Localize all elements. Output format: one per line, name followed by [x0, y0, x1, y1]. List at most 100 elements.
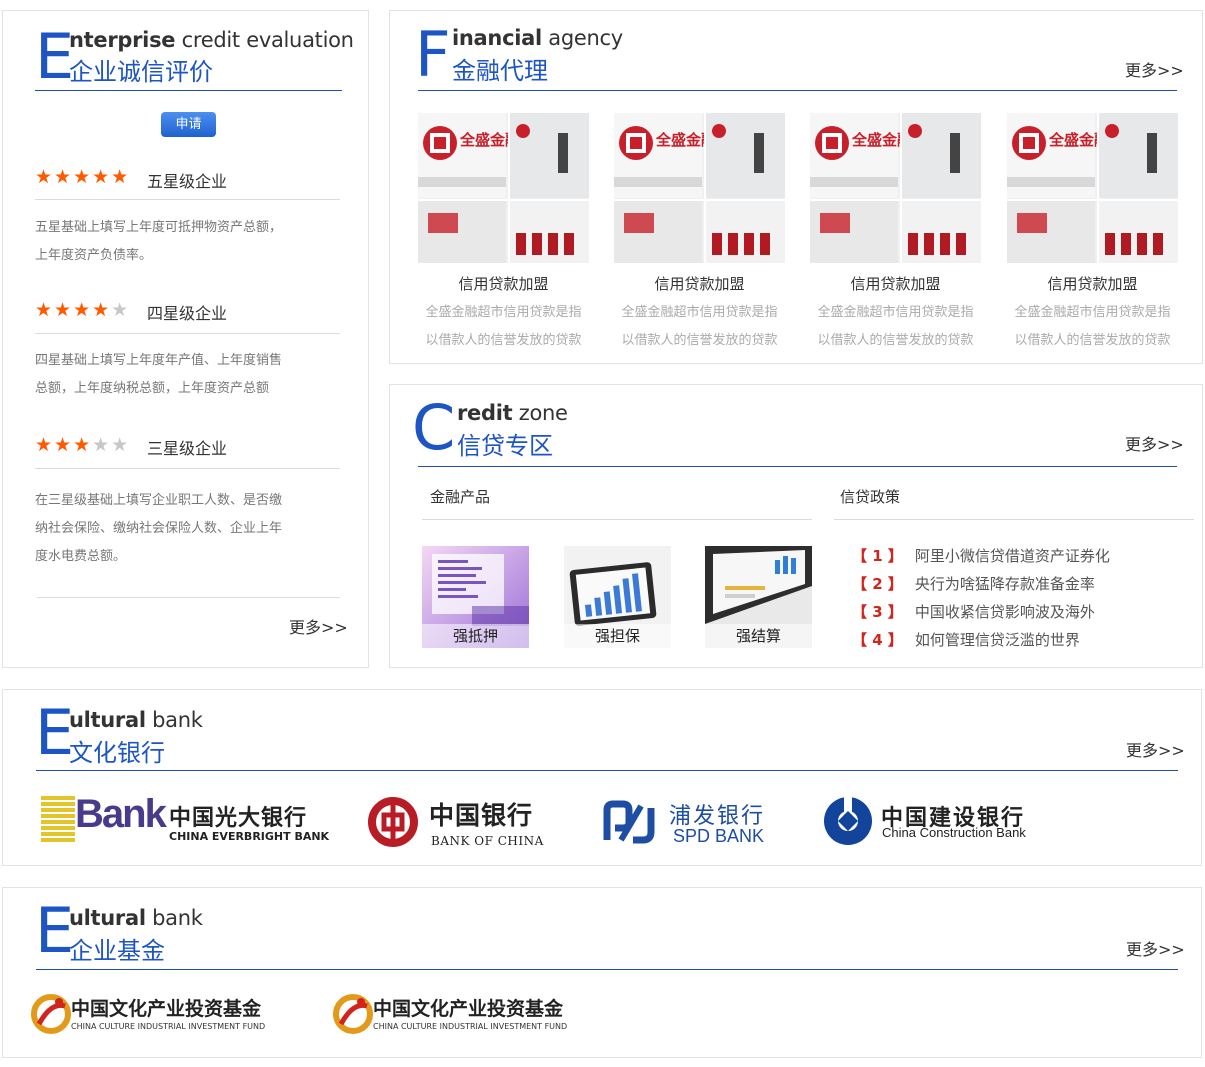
divider: [35, 468, 340, 469]
star-icon: ★★★: [35, 434, 93, 456]
credit-zone-panel: C redit zone 信贷专区 更多>> 金融产品 信贷政策 强抵押 强担保…: [389, 384, 1203, 668]
fund-name: 中国文化产业投资基金: [373, 998, 564, 1020]
product-label: 强抵押: [422, 624, 529, 648]
ccb-emblem-icon: [824, 796, 872, 845]
five-star-rating: ★★★★★: [35, 166, 130, 188]
agency-card-description: 全盛金融超市信用贷款是指 以借款人的信誉发放的贷款: [1014, 305, 1171, 348]
agency-card-title: 信用贷款加盟: [458, 275, 549, 293]
header-divider: [36, 770, 1178, 771]
header-english: redit zone: [457, 401, 568, 425]
office-photo: 全盛金融: [614, 113, 785, 263]
product-tile-mortgage[interactable]: 强抵押: [422, 546, 529, 648]
spd-bank-logo[interactable]: 浦发银行 SPD BANK: [603, 794, 783, 850]
policy-title: 信贷政策: [840, 488, 901, 506]
boc-emblem-icon: [368, 797, 418, 847]
bank-name-en: BANK OF CHINA: [431, 834, 544, 848]
financial-agency-panel: F inancial agency 金融代理 更多>> 全盛金融 信用贷款加盟 全盛…: [389, 10, 1203, 364]
agency-card-description: 全盛金融超市信用贷款是指 以借款人的信誉发放的贷款: [425, 305, 582, 348]
agency-card-title: 信用贷款加盟: [654, 275, 745, 293]
four-star-rating: ★★★★★: [35, 299, 130, 321]
cultural-bank-panel: E ultural bank 文化银行 更多>> Bank 中国光大银行 CHI…: [2, 689, 1202, 866]
cultural-section-header: E ultural bank 文化银行: [35, 702, 255, 768]
culture-fund-logo[interactable]: 中国文化产业投资基金 CHINA CULTURE INDUSTRIAL INVE…: [31, 992, 291, 1040]
bank-name-en: SPD BANK: [673, 826, 765, 846]
agency-card-description: 全盛金融超市信用贷款是指 以借款人的信誉发放的贷款: [621, 305, 778, 348]
agency-card-description: 全盛金融超市信用贷款是指 以借款人的信誉发放的贷款: [817, 305, 974, 348]
fund-name-en: CHINA CULTURE INDUSTRIAL INVESTMENT FUND: [373, 1022, 568, 1031]
policy-item[interactable]: 【 3 】中国收紧信贷影响波及海外: [852, 601, 1095, 622]
bank-name: 中国光大银行: [169, 806, 308, 831]
product-label: 强担保: [564, 624, 671, 648]
star-empty-icon: ★: [111, 299, 131, 321]
header-chinese: 信贷专区: [457, 432, 553, 460]
four-star-title: 四星级企业: [147, 304, 228, 323]
enterprise-credit-panel: E nterprise credit evaluation 企业诚信评价 申请 …: [2, 10, 369, 668]
header-english: nterprise credit evaluation: [69, 28, 354, 52]
bank-wordmark: Bank: [75, 792, 167, 836]
four-star-description: 四星基础上填写上年度年产值、上年度销售 总额，上年度纳税总额，上年度资产总额: [35, 353, 283, 396]
header-english: inancial agency: [452, 26, 623, 50]
header-chinese: 企业诚信评价: [69, 58, 213, 86]
policy-item[interactable]: 【 4 】如何管理信贷泛滥的世界: [852, 629, 1080, 650]
header-chinese: 企业基金: [69, 937, 165, 965]
enterprise-section-header: E nterprise credit evaluation 企业诚信评价: [35, 26, 354, 88]
office-photo: 全盛金融: [810, 113, 981, 263]
header-initial: C: [412, 391, 456, 464]
more-link[interactable]: 更多>>: [1126, 936, 1185, 960]
more-link[interactable]: 更多>>: [1125, 57, 1184, 81]
more-link[interactable]: 更多>>: [289, 614, 348, 638]
bank-mark-icon: [41, 796, 75, 842]
star-icon: ★★★★★: [35, 166, 131, 188]
office-photo: 全盛金融: [418, 113, 589, 263]
header-initial: F: [415, 18, 451, 91]
ccb-logo[interactable]: 中国建设银行 China Construction Bank: [823, 794, 1063, 850]
header-divider: [418, 90, 1177, 91]
header-divider: [418, 466, 1177, 467]
fund-emblem-icon: [333, 994, 373, 1034]
divider: [422, 519, 812, 520]
policy-item[interactable]: 【 1 】阿里小微信贷借道资产证券化: [852, 545, 1110, 566]
fund-name-en: CHINA CULTURE INDUSTRIAL INVESTMENT FUND: [71, 1022, 266, 1031]
five-star-description: 五星基础上填写上年度可抵押物资产总额， 上年度资产负债率。: [35, 220, 283, 263]
fund-section-header: E ultural bank 企业基金: [35, 900, 255, 966]
header-divider: [36, 969, 1178, 970]
apply-button[interactable]: 申请: [161, 112, 216, 137]
header-chinese: 文化银行: [69, 739, 165, 767]
bank-name: 中国银行: [429, 801, 534, 830]
star-icon: ★★★★: [35, 299, 112, 321]
divider: [35, 199, 340, 200]
culture-fund-logo[interactable]: 中国文化产业投资基金 CHINA CULTURE INDUSTRIAL INVE…: [333, 992, 593, 1040]
header-chinese: 金融代理: [452, 57, 548, 85]
credit-section-header: C redit zone 信贷专区: [412, 391, 632, 464]
fund-name: 中国文化产业投资基金: [71, 998, 262, 1020]
divider: [37, 597, 340, 598]
policy-item[interactable]: 【 2 】央行为啥猛降存款准备金率: [852, 573, 1095, 594]
five-star-title: 五星级企业: [147, 172, 228, 191]
fund-emblem-icon: [31, 994, 71, 1034]
financial-section-header: F inancial agency 金融代理: [415, 18, 675, 91]
more-link[interactable]: 更多>>: [1125, 431, 1184, 455]
header-english: ultural bank: [69, 906, 203, 930]
agency-card-title: 信用贷款加盟: [1047, 275, 1138, 293]
three-star-title: 三星级企业: [147, 439, 228, 458]
everbright-bank-logo[interactable]: Bank 中国光大银行 CHINA EVERBRIGHT BANK: [41, 792, 331, 850]
divider: [35, 333, 340, 334]
enterprise-fund-panel: E ultural bank 企业基金 更多>> 中国文化产业投资基金 CHIN…: [2, 887, 1202, 1058]
office-photo: 全盛金融: [1007, 113, 1178, 263]
header-english: ultural bank: [69, 708, 203, 732]
product-label: 强结算: [705, 624, 812, 648]
bank-of-china-logo[interactable]: 中国银行 BANK OF CHINA: [367, 794, 547, 850]
products-title: 金融产品: [430, 488, 491, 506]
product-tile-settlement[interactable]: 强结算: [705, 546, 812, 648]
bank-name-en: China Construction Bank: [882, 825, 1026, 840]
star-empty-icon: ★★: [92, 434, 131, 456]
three-star-rating: ★★★★★: [35, 434, 130, 456]
more-link[interactable]: 更多>>: [1126, 737, 1185, 761]
agency-card-title: 信用贷款加盟: [850, 275, 941, 293]
header-divider: [35, 90, 342, 91]
bank-name-en: CHINA EVERBRIGHT BANK: [169, 830, 330, 843]
divider: [834, 519, 1194, 520]
product-tile-guarantee[interactable]: 强担保: [564, 546, 671, 648]
spd-emblem-icon: [603, 800, 655, 844]
three-star-description: 在三星级基础上填写企业职工人数、是否缴 纳社会保险、缴纳社会保险人数、企业上年 …: [35, 493, 283, 564]
